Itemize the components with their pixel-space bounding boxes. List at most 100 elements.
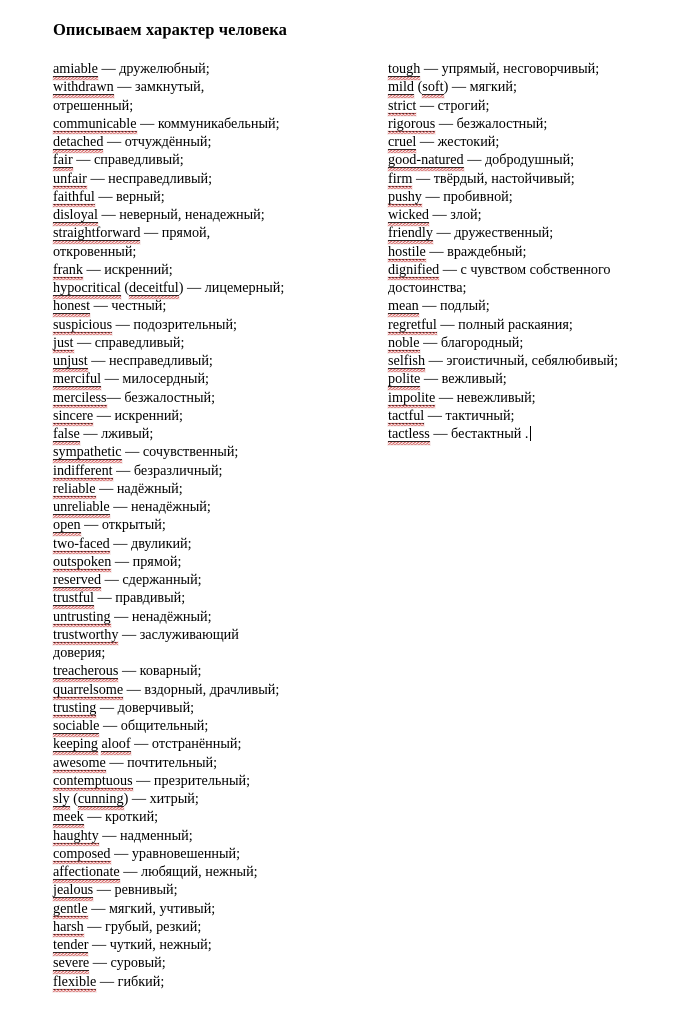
em-dash: — <box>87 900 109 917</box>
english-term[interactable]: faithful <box>52 190 96 209</box>
english-term[interactable]: hostile <box>387 244 427 264</box>
russian-translation: двуликий; <box>131 535 192 552</box>
english-term[interactable]: dignified <box>386 263 441 282</box>
english-term[interactable]: quarrelsome <box>51 682 125 702</box>
english-term[interactable]: deceitful <box>128 281 180 300</box>
em-dash: — <box>421 188 444 205</box>
english-term[interactable]: withdrawn <box>52 80 115 100</box>
english-term[interactable]: contemptuous <box>52 774 134 793</box>
russian-translation: любящий, нежный; <box>140 864 258 880</box>
english-term[interactable]: merciless <box>52 390 108 410</box>
english-term[interactable]: tactless <box>387 427 431 446</box>
english-term[interactable]: severe <box>51 956 91 976</box>
english-term[interactable]: trusting <box>51 701 98 720</box>
english-term[interactable]: sociable <box>51 719 101 738</box>
vocabulary-entry: unjust — несправедливый; <box>52 352 373 373</box>
em-dash: — <box>416 97 438 114</box>
english-term[interactable]: detached <box>51 135 105 154</box>
english-term[interactable]: soft <box>421 80 445 100</box>
english-term[interactable]: pushy <box>387 190 423 209</box>
english-term[interactable]: haughty <box>52 828 100 848</box>
english-term[interactable]: gentle <box>52 901 89 921</box>
english-term[interactable]: meek <box>52 810 85 830</box>
english-term[interactable]: friendly <box>387 226 434 246</box>
english-term[interactable]: impolite <box>386 390 437 410</box>
em-dash: — <box>119 864 141 880</box>
vocabulary-entry: tough — упрямый, несговорчивый; <box>386 60 688 81</box>
english-term[interactable]: amiable <box>52 62 99 81</box>
english-term[interactable]: mild <box>386 80 416 100</box>
english-term[interactable]: two-faced <box>52 536 111 556</box>
english-term[interactable]: affectionate <box>52 865 121 884</box>
em-dash: — <box>94 188 117 205</box>
english-term[interactable]: tactful <box>386 409 426 428</box>
english-term[interactable]: reliable <box>52 482 97 501</box>
english-term[interactable]: sympathetic <box>52 445 123 465</box>
english-term[interactable]: harsh <box>52 920 85 939</box>
english-term[interactable]: honest <box>51 299 92 319</box>
english-term[interactable]: jealous <box>51 883 95 903</box>
english-term[interactable]: sincere <box>51 409 95 428</box>
english-term[interactable]: noble <box>387 336 421 355</box>
english-term[interactable]: aloof <box>100 737 132 757</box>
english-term[interactable]: treacherous <box>51 664 120 684</box>
vocabulary-entry: friendly — дружественный; <box>387 224 688 246</box>
english-term[interactable]: good-natured <box>387 153 465 173</box>
english-term[interactable]: sly <box>52 792 71 811</box>
english-term[interactable]: flexible <box>51 974 98 994</box>
vocabulary-entry: contemptuous — презрительный; <box>52 772 373 793</box>
english-term[interactable]: strict <box>386 98 418 118</box>
russian-translation: верный; <box>116 188 165 205</box>
english-term[interactable]: awesome <box>52 755 107 775</box>
english-term[interactable]: just <box>52 336 74 355</box>
vocabulary-entry: sociable — общительный; <box>51 717 373 738</box>
english-term[interactable]: fair <box>52 153 74 173</box>
english-term[interactable]: trustful <box>52 591 95 611</box>
em-dash: — <box>109 499 132 515</box>
english-term[interactable]: false <box>52 427 81 446</box>
vocabulary-entry: jealous — ревнивый; <box>51 881 373 903</box>
english-term[interactable]: frank <box>52 263 84 282</box>
english-term[interactable]: regretful <box>387 317 438 337</box>
english-term[interactable]: tender <box>51 938 90 957</box>
em-dash: — <box>83 918 106 935</box>
english-term[interactable]: firm <box>386 171 414 191</box>
english-term[interactable]: disloyal <box>52 208 99 227</box>
russian-translation: ревнивый; <box>114 882 178 899</box>
english-term[interactable]: cunning <box>76 792 125 811</box>
english-term[interactable]: reserved <box>51 573 103 592</box>
english-term[interactable]: unreliable <box>52 500 111 519</box>
russian-translation: заслуживающий <box>139 626 239 643</box>
english-term[interactable]: cruel <box>386 135 418 154</box>
english-term[interactable]: unfair <box>52 171 88 191</box>
vocabulary-entry: sympathetic — сочувственный; <box>52 443 373 465</box>
english-term[interactable]: communicable <box>52 117 138 136</box>
english-term[interactable]: indifferent <box>52 463 114 483</box>
english-term[interactable]: unjust <box>52 354 89 373</box>
russian-translation: с чувством собственного <box>460 261 611 278</box>
english-term[interactable]: wicked <box>387 208 430 227</box>
english-term[interactable]: composed <box>52 847 112 866</box>
english-term[interactable]: mean <box>387 299 420 319</box>
vocabulary-entry-continuation: достоинства; <box>388 279 688 297</box>
russian-translation: прямой, <box>161 225 211 242</box>
english-term[interactable]: suspicious <box>51 317 114 337</box>
english-term[interactable]: outspoken <box>51 555 113 574</box>
english-term[interactable]: untrusting <box>52 609 112 629</box>
english-term[interactable]: trustworthy <box>51 628 120 647</box>
russian-translation: отчуждённый; <box>124 134 212 150</box>
english-term[interactable]: merciful <box>51 372 103 392</box>
english-term[interactable]: keeping <box>52 737 99 757</box>
english-term[interactable]: rigorous <box>386 117 437 136</box>
vocabulary-column-left: amiable — дружелюбный; withdrawn — замкну… <box>51 60 373 994</box>
vocabulary-entry: haughty — надменный; <box>52 827 373 848</box>
english-term[interactable]: selfish <box>386 354 427 373</box>
english-term[interactable]: tough <box>386 62 422 81</box>
open-paren: ( <box>69 791 78 807</box>
english-term[interactable]: open <box>52 518 82 538</box>
em-dash: — <box>97 207 120 223</box>
english-term[interactable]: straightforward <box>51 226 142 246</box>
russian-translation: благородный; <box>440 334 524 351</box>
english-term[interactable]: polite <box>386 372 422 392</box>
english-term[interactable]: hypocritical <box>52 281 122 300</box>
